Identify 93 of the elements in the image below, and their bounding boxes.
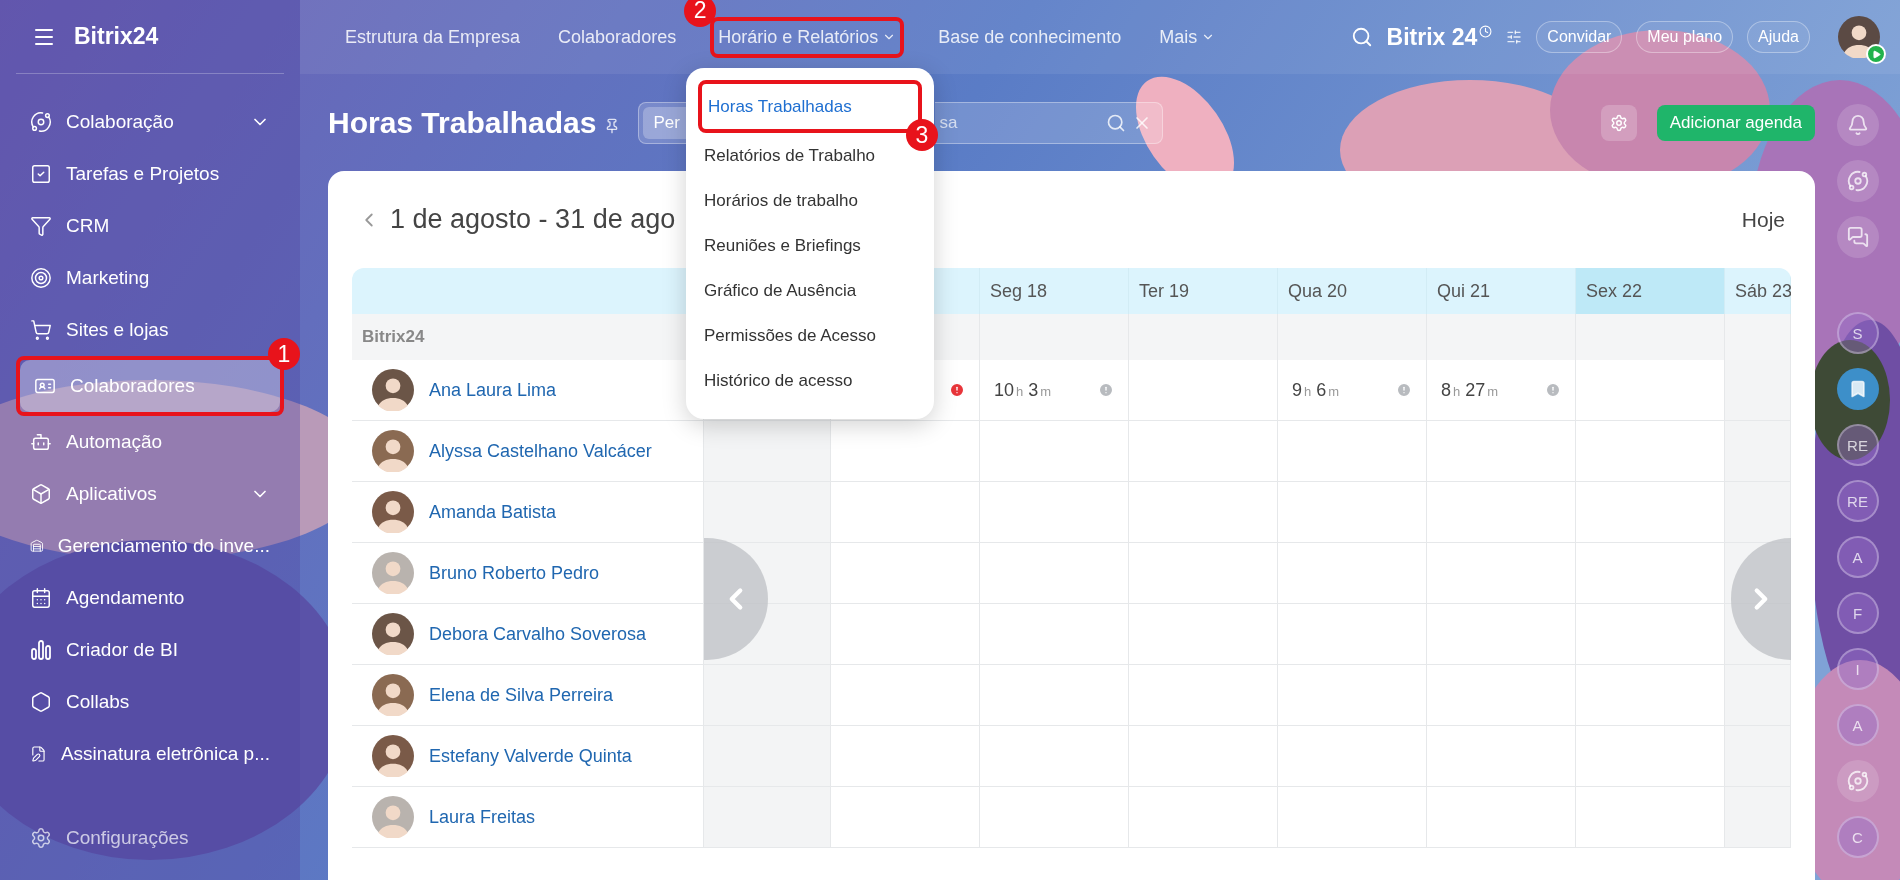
search-icon[interactable] [1106,112,1127,133]
contact-avatar[interactable]: RE [1836,480,1879,522]
bell-icon [1846,114,1869,136]
contact-avatar[interactable]: F [1836,592,1879,634]
column-header: Sex 22 [1576,268,1725,314]
avatar [1838,16,1880,58]
document-pen-icon [30,743,47,765]
contact-avatar[interactable]: RE [1836,424,1879,466]
hours-worked: 9 h 6 m [1292,379,1341,401]
employee-link[interactable]: Laura Freitas [429,806,536,828]
bar-chart-icon [30,639,52,661]
column-header: Qua 20 [1278,268,1427,314]
table-cell [1725,726,1791,787]
notifications-button[interactable] [1836,104,1879,146]
sidebar-item[interactable]: Agendamento [16,572,284,624]
employee-link[interactable]: Amanda Batista [429,501,557,523]
avatar [372,613,414,655]
orbit-icon [1846,170,1869,192]
hours-worked: 10 h 3 m [994,379,1053,401]
step-badge: 2 [684,0,717,27]
contact-avatar[interactable]: A [1836,536,1879,578]
sidebar-item[interactable]: Automação [16,416,284,468]
calendar-icon [30,587,52,609]
employee-link[interactable]: Debora Carvalho Soverosa [429,623,647,645]
sidebar-item[interactable]: Criador de BI [16,624,284,676]
page-title: Horas Trabalhadas [328,105,597,140]
hexagon-icon [30,691,52,713]
nav-link[interactable]: Estrutura da Empresa [341,20,525,54]
chat-icon [1846,226,1869,248]
contact-avatar[interactable]: S [1836,312,1879,354]
column-header: Qui 21 [1427,268,1576,314]
sidebar-item[interactable]: Aplicativos [16,468,284,520]
table-cell [1725,482,1791,543]
column-header: Sáb 23 [1725,268,1791,314]
avatar [372,552,414,594]
clock-icon [1479,24,1493,38]
nav-link[interactable]: Mais [1155,20,1220,54]
table-cell [1725,314,1791,360]
avatar [372,735,414,777]
sidebar-item[interactable]: Gerenciamento do inve... [16,520,284,572]
logo[interactable]: Bitrix24 [74,23,159,50]
menu-item[interactable]: Reuniões e Briefings [698,223,922,268]
column-header: Ter 19 [1129,268,1278,314]
table-cell [1725,421,1791,482]
employee-link[interactable]: Elena de Silva Perreira [429,684,614,706]
avatar [372,491,414,533]
today-button[interactable]: Hoje [1735,206,1791,233]
orbit-icon [1846,770,1869,792]
sidebar-item[interactable]: Assinatura eletrônica p... [16,728,284,780]
sidebar-item[interactable]: Tarefas e Projetos [16,148,284,200]
rail-button[interactable] [1836,760,1879,802]
nav-link[interactable]: Base de conhecimento [934,20,1126,54]
avatar [372,430,414,472]
menu-item[interactable]: Gráfico de Ausência [698,268,922,313]
settings-button[interactable] [1600,104,1637,141]
settings-link[interactable]: Configurações [16,812,284,864]
nav-link[interactable]: Horário e Relatórios [714,20,901,54]
sidebar-item[interactable]: CRM [16,200,284,252]
sidebar-item[interactable]: Collabs [16,676,284,728]
settings-icon [1609,113,1628,132]
robot-icon [30,431,52,453]
date-range: 1 de agosto - 31 de ago [390,204,676,235]
box-icon [30,483,52,505]
hours-worked: 8 h 27 m [1441,379,1500,401]
table-cell [1725,787,1791,848]
menu-item[interactable]: Histórico de acesso [698,358,922,403]
target-icon [30,267,52,289]
employee-link[interactable]: Estefany Valverde Quinta [429,745,632,767]
step-badge: 3 [906,119,938,151]
nav-link[interactable]: Colaboradores [554,20,681,54]
rail-button[interactable] [1836,160,1879,202]
sliders-icon[interactable] [1506,29,1523,45]
employee-link[interactable]: Bruno Roberto Pedro [429,562,600,584]
avatar [372,369,414,411]
search-placeholder: sa [939,112,958,133]
settings-icon [30,827,52,849]
avatar [372,674,414,716]
funnel-icon [30,215,52,237]
cart-icon [30,319,52,341]
orbit-icon [30,111,52,133]
table-cell [1725,665,1791,726]
avatar [372,796,414,838]
logo[interactable]: Bitrix 24 [1386,23,1478,51]
table-cell [1725,360,1791,421]
menu-item[interactable]: Horários de trabalho [698,178,922,223]
sidebar-item[interactable]: Marketing [16,252,284,304]
employee-link[interactable]: Alyssa Castelhano Valcácer [429,440,652,462]
employee-link[interactable]: Ana Laura Lima [429,379,557,401]
sidebar-item[interactable]: Colaboração [16,96,284,148]
search-icon[interactable] [1350,26,1373,48]
checkbox-icon [30,163,52,185]
chat-button[interactable] [1836,216,1879,258]
column-header: Seg 18 [980,268,1129,314]
